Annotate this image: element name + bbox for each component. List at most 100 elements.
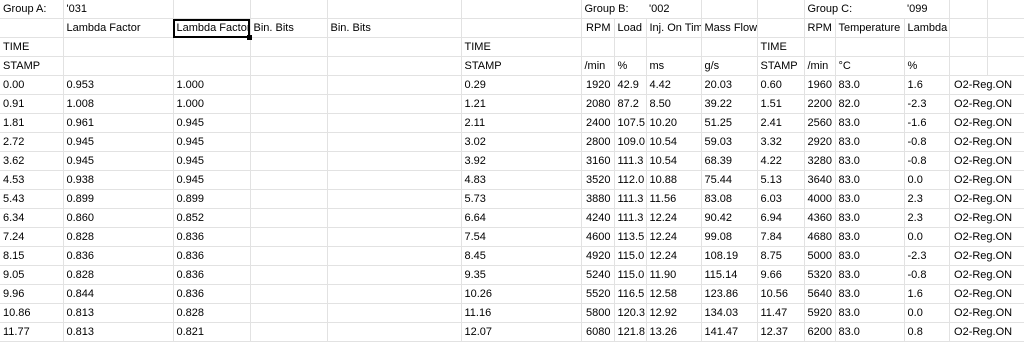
cell-status[interactable]: O2-Reg.ON <box>951 113 1012 133</box>
cell-lambda-c[interactable]: -2.3 <box>904 94 950 114</box>
cell-rpm-c[interactable]: 4680 <box>804 227 836 247</box>
cell-status[interactable]: O2-Reg.ON <box>951 151 1012 171</box>
cell-temp-c[interactable]: 83.0 <box>835 113 905 133</box>
cell-time-b[interactable]: 10.26 <box>461 284 582 304</box>
cell-lambda-factor-1[interactable]: 0.860 <box>63 208 174 228</box>
cell-time-c[interactable]: 5.13 <box>757 170 805 190</box>
cell-temp-c[interactable]: 83.0 <box>835 189 905 209</box>
cell-inj-b[interactable]: 10.20 <box>646 113 702 133</box>
cell-inj-b[interactable]: 12.24 <box>646 208 702 228</box>
cell-lambda-factor-1[interactable]: 0.953 <box>63 75 174 95</box>
col-temperature-c[interactable]: Temperature <box>835 18 905 38</box>
cell-lambda-c[interactable]: 1.6 <box>904 75 950 95</box>
cell-time-c[interactable]: 0.60 <box>757 75 805 95</box>
cell-lambda-factor-2[interactable]: 0.945 <box>173 170 251 190</box>
cell-lambda-factor-1[interactable]: 0.945 <box>63 132 174 152</box>
cell-inj-b[interactable]: 10.54 <box>646 151 702 171</box>
cell-time-a[interactable]: 0.00 <box>0 75 64 95</box>
cell-time-a[interactable]: 8.15 <box>0 246 64 266</box>
cell-time-a[interactable]: 0.91 <box>0 94 64 114</box>
cell-inj-b[interactable]: 13.26 <box>646 322 702 342</box>
cell-lambda-factor-2[interactable]: 0.852 <box>173 208 251 228</box>
cell-time-c[interactable]: 9.66 <box>757 265 805 285</box>
cell-time-b[interactable]: 5.73 <box>461 189 582 209</box>
cell-temp-c[interactable]: 83.0 <box>835 303 905 323</box>
cell-lambda-c[interactable]: -0.8 <box>904 151 950 171</box>
group-c-code[interactable]: '099 <box>904 0 950 19</box>
cell-status[interactable]: O2-Reg.ON <box>951 132 1012 152</box>
cell-mass-b[interactable]: 51.25 <box>701 113 758 133</box>
cell-temp-c[interactable]: 83.0 <box>835 208 905 228</box>
cell-time-b[interactable]: 12.07 <box>461 322 582 342</box>
unit-rpm-b[interactable]: /min <box>581 56 615 76</box>
cell-temp-c[interactable]: 83.0 <box>835 284 905 304</box>
cell-rpm-c[interactable]: 2920 <box>804 132 836 152</box>
cell-lambda-c[interactable]: 1.6 <box>904 284 950 304</box>
cell-inj-b[interactable]: 10.54 <box>646 132 702 152</box>
cell-temp-c[interactable]: 82.0 <box>835 94 905 114</box>
cell-temp-c[interactable]: 83.0 <box>835 170 905 190</box>
cell-rpm-b[interactable]: 4240 <box>581 208 615 228</box>
cell-load-b[interactable]: 113.5 <box>614 227 647 247</box>
cell-lambda-c[interactable]: 0.0 <box>904 170 950 190</box>
cell-time-a[interactable]: 1.81 <box>0 113 64 133</box>
cell-rpm-c[interactable]: 2200 <box>804 94 836 114</box>
cell-rpm-b[interactable]: 3160 <box>581 151 615 171</box>
cell-mass-b[interactable]: 39.22 <box>701 94 758 114</box>
cell-mass-b[interactable]: 123.86 <box>701 284 758 304</box>
cell-inj-b[interactable]: 8.50 <box>646 94 702 114</box>
cell-time-c[interactable]: 1.51 <box>757 94 805 114</box>
group-b-label[interactable]: Group B: <box>581 0 646 19</box>
group-a-code[interactable]: '031 <box>63 0 174 19</box>
cell-load-b[interactable]: 111.3 <box>614 189 647 209</box>
cell-load-b[interactable]: 111.3 <box>614 208 647 228</box>
cell-lambda-factor-1[interactable]: 0.828 <box>63 227 174 247</box>
cell-load-b[interactable]: 121.8 <box>614 322 647 342</box>
cell-temp-c[interactable]: 83.0 <box>835 151 905 171</box>
cell-mass-b[interactable]: 68.39 <box>701 151 758 171</box>
cell-time-b[interactable]: 6.64 <box>461 208 582 228</box>
cell-load-b[interactable]: 115.0 <box>614 265 647 285</box>
cell-lambda-factor-2[interactable]: 0.945 <box>173 113 251 133</box>
group-c-label[interactable]: Group C: <box>804 0 905 19</box>
col-inj-on-time-b[interactable]: Inj. On Time <box>646 18 702 38</box>
fill-handle[interactable] <box>247 34 252 40</box>
cell-time-b[interactable]: 9.35 <box>461 265 582 285</box>
col-rpm-b[interactable]: RPM <box>581 18 615 38</box>
cell-rpm-c[interactable]: 4360 <box>804 208 836 228</box>
cell-load-b[interactable]: 115.0 <box>614 246 647 266</box>
cell-status[interactable]: O2-Reg.ON <box>951 284 1012 304</box>
cell-inj-b[interactable]: 10.88 <box>646 170 702 190</box>
cell-mass-b[interactable]: 141.47 <box>701 322 758 342</box>
cell-lambda-c[interactable]: 0.8 <box>904 322 950 342</box>
cell-lambda-factor-1[interactable]: 0.899 <box>63 189 174 209</box>
cell-rpm-c[interactable]: 5320 <box>804 265 836 285</box>
cell-temp-c[interactable]: 83.0 <box>835 246 905 266</box>
cell-inj-b[interactable]: 12.24 <box>646 227 702 247</box>
cell-lambda-factor-2[interactable]: 0.836 <box>173 227 251 247</box>
cell-time-b[interactable]: 0.29 <box>461 75 582 95</box>
cell-status[interactable]: O2-Reg.ON <box>951 322 1012 342</box>
cell-load-b[interactable]: 107.5 <box>614 113 647 133</box>
cell-rpm-b[interactable]: 5520 <box>581 284 615 304</box>
cell-lambda-c[interactable]: 0.0 <box>904 303 950 323</box>
cell-mass-b[interactable]: 59.03 <box>701 132 758 152</box>
stamp-label-c[interactable]: STAMP <box>757 56 805 76</box>
cell-lambda-factor-2[interactable]: 0.899 <box>173 189 251 209</box>
col-lambda-c[interactable]: Lambda <box>904 18 950 38</box>
col-bin-bits-2[interactable]: Bin. Bits <box>327 18 462 38</box>
cell-time-c[interactable]: 3.32 <box>757 132 805 152</box>
cell-mass-b[interactable]: 115.14 <box>701 265 758 285</box>
cell-time-a[interactable]: 6.34 <box>0 208 64 228</box>
cell-temp-c[interactable]: 83.0 <box>835 322 905 342</box>
col-bin-bits-1[interactable]: Bin. Bits <box>250 18 328 38</box>
cell-temp-c[interactable]: 83.0 <box>835 132 905 152</box>
cell-lambda-factor-2[interactable]: 0.828 <box>173 303 251 323</box>
cell-rpm-c[interactable]: 3640 <box>804 170 836 190</box>
col-lambda-factor-1[interactable]: Lambda Factor <box>63 18 174 38</box>
cell-inj-b[interactable]: 12.24 <box>646 246 702 266</box>
cell-lambda-factor-1[interactable]: 0.945 <box>63 151 174 171</box>
cell-lambda-factor-2[interactable]: 0.945 <box>173 132 251 152</box>
cell-mass-b[interactable]: 99.08 <box>701 227 758 247</box>
cell-inj-b[interactable]: 11.56 <box>646 189 702 209</box>
